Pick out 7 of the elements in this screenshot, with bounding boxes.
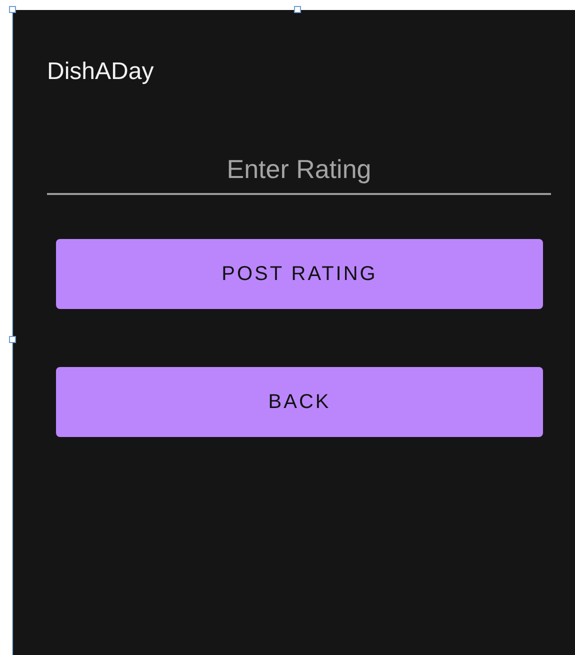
action-button[interactable]: BACK (56, 367, 543, 437)
rating-field[interactable]: Enter Rating (47, 150, 551, 195)
selection-handle[interactable] (9, 336, 16, 343)
selection-handle[interactable] (9, 6, 16, 13)
action-button[interactable]: POST RATING (56, 239, 543, 309)
app-title: DishADay (47, 58, 154, 86)
selection-handle[interactable] (294, 6, 301, 13)
